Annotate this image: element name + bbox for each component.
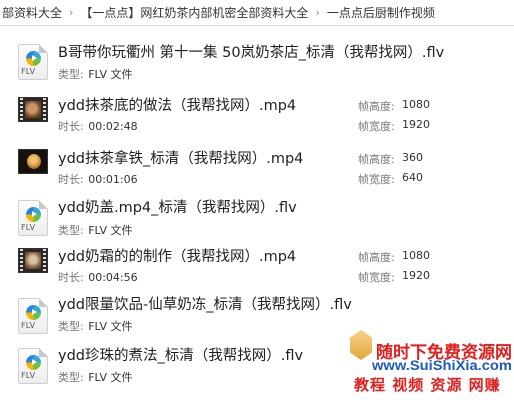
file-name: ydd限量饮品-仙草奶冻_标清（我帮找网）.flv bbox=[58, 297, 352, 313]
type-label: 类型: bbox=[58, 224, 84, 237]
file-name: ydd奶盖.mp4_标清（我帮找网）.flv bbox=[58, 200, 297, 216]
frame-width-meta: 帧宽度: 640 bbox=[358, 171, 423, 187]
duration-label: 时长: bbox=[58, 271, 84, 284]
type-value: FLV 文件 bbox=[88, 371, 133, 384]
file-name: B哥带你玩衢州 第十一集 50岚奶茶店_标清（我帮找网）.flv bbox=[58, 45, 445, 61]
file-row[interactable]: ydd抹茶底的做法（我帮找网）.mp4 时长: 00:02:48 帧高度: 10… bbox=[0, 91, 514, 135]
type-value: FLV 文件 bbox=[88, 68, 133, 81]
duration-meta: 时长: 00:04:56 bbox=[58, 269, 138, 285]
flv-ext-label: FLV bbox=[21, 67, 36, 76]
frame-height-value: 360 bbox=[402, 151, 423, 164]
video-thumbnail bbox=[18, 149, 48, 174]
file-row[interactable]: FLV ydd奶盖.mp4_标清（我帮找网）.flv 类型: FLV 文件 bbox=[0, 192, 514, 242]
type-label: 类型: bbox=[58, 68, 84, 81]
file-name: ydd珍珠的煮法_标清（我帮找网）.flv bbox=[58, 348, 304, 364]
frame-width-value: 1920 bbox=[402, 269, 430, 282]
video-thumbnail bbox=[18, 248, 48, 273]
file-type-meta: 类型: FLV 文件 bbox=[58, 369, 133, 385]
video-thumbnail bbox=[18, 97, 48, 122]
frame-height-meta: 帧高度: 1080 bbox=[358, 249, 430, 265]
file-type-meta: 类型: FLV 文件 bbox=[58, 318, 133, 334]
flv-ext-label: FLV bbox=[21, 371, 36, 380]
file-name: ydd抹茶拿铁_标清（我帮找网）.mp4 bbox=[58, 151, 304, 167]
flv-ext-label: FLV bbox=[21, 223, 36, 232]
flv-file-icon: FLV bbox=[18, 298, 48, 334]
duration-meta: 时长: 00:01:06 bbox=[58, 171, 138, 187]
frame-height-label: 帧高度: bbox=[358, 251, 395, 264]
frame-height-label: 帧高度: bbox=[358, 153, 395, 166]
duration-value: 00:02:48 bbox=[88, 120, 138, 133]
watermark-logo-icon bbox=[350, 330, 372, 360]
flv-ext-label: FLV bbox=[21, 321, 36, 330]
frame-height-value: 1080 bbox=[402, 98, 430, 111]
type-label: 类型: bbox=[58, 320, 84, 333]
type-value: FLV 文件 bbox=[88, 224, 133, 237]
flv-file-icon: FLV bbox=[18, 348, 48, 384]
flv-file-icon: FLV bbox=[18, 200, 48, 236]
watermark-url: www.SuiShiXia.com bbox=[372, 357, 512, 373]
frame-height-meta: 帧高度: 1080 bbox=[358, 98, 430, 114]
flv-file-icon: FLV bbox=[18, 44, 48, 80]
file-row[interactable]: FLV B哥带你玩衢州 第十一集 50岚奶茶店_标清（我帮找网）.flv 类型:… bbox=[0, 36, 514, 86]
breadcrumb-item-folder[interactable]: 【一点点】网红奶茶内部机密全部资料大全 bbox=[78, 4, 310, 21]
breadcrumb: 部资料大全 › 【一点点】网红奶茶内部机密全部资料大全 › 一点点后厨制作视频 bbox=[0, 0, 514, 26]
frame-height-meta: 帧高度: 360 bbox=[358, 151, 423, 167]
file-type-meta: 类型: FLV 文件 bbox=[58, 66, 133, 82]
duration-value: 00:01:06 bbox=[88, 173, 138, 186]
duration-meta: 时长: 00:02:48 bbox=[58, 118, 138, 134]
duration-label: 时长: bbox=[58, 173, 84, 186]
frame-width-label: 帧宽度: bbox=[358, 271, 395, 284]
file-name: ydd奶霜的的制作（我帮找网）.mp4 bbox=[58, 249, 297, 265]
duration-value: 00:04:56 bbox=[88, 271, 138, 284]
file-name: ydd抹茶底的做法（我帮找网）.mp4 bbox=[58, 98, 297, 114]
frame-height-label: 帧高度: bbox=[358, 100, 395, 113]
type-value: FLV 文件 bbox=[88, 320, 133, 333]
frame-width-meta: 帧宽度: 1920 bbox=[358, 118, 430, 134]
breadcrumb-item-current[interactable]: 一点点后厨制作视频 bbox=[325, 4, 437, 21]
watermark-url-text: www.SuiShiXia.com bbox=[372, 357, 512, 373]
frame-width-label: 帧宽度: bbox=[358, 173, 395, 186]
breadcrumb-item-library[interactable]: 部资料大全 bbox=[0, 4, 64, 21]
frame-width-meta: 帧宽度: 1920 bbox=[358, 269, 430, 285]
file-row[interactable]: ydd奶霜的的制作（我帮找网）.mp4 时长: 00:04:56 帧高度: 10… bbox=[0, 242, 514, 286]
frame-width-value: 1920 bbox=[402, 118, 430, 131]
frame-height-value: 1080 bbox=[402, 249, 430, 262]
frame-width-label: 帧宽度: bbox=[358, 120, 395, 133]
breadcrumb-separator-icon: › bbox=[69, 6, 74, 19]
frame-width-value: 640 bbox=[402, 171, 423, 184]
breadcrumb-separator-icon: › bbox=[315, 6, 320, 19]
site-watermark: 随时下免费资源网 www.SuiShiXia.com 教程 视频 资源 网赚 bbox=[344, 326, 514, 400]
type-label: 类型: bbox=[58, 371, 84, 384]
file-type-meta: 类型: FLV 文件 bbox=[58, 222, 133, 238]
watermark-tagline: 教程 视频 资源 网赚 bbox=[354, 376, 501, 394]
duration-label: 时长: bbox=[58, 120, 84, 133]
file-row[interactable]: ydd抹茶拿铁_标清（我帮找网）.mp4 时长: 00:01:06 帧高度: 3… bbox=[0, 144, 514, 188]
